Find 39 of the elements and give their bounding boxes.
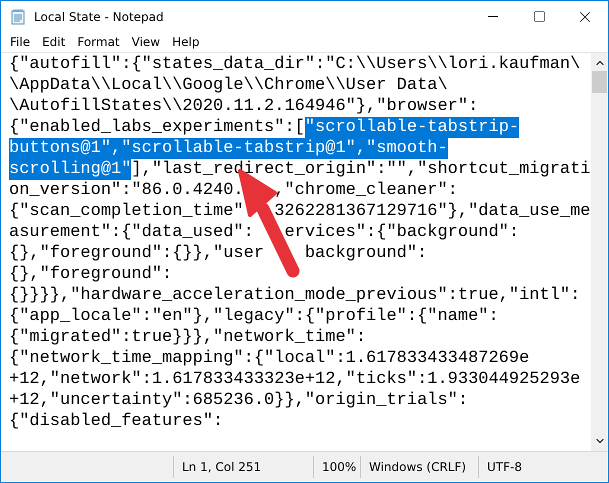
minimize-icon: [488, 16, 498, 17]
text-line: 3262281367129716"},"data_use_me: [274, 201, 590, 222]
text-line: {"enabled_labs_experiments":[: [9, 117, 305, 138]
text-line: \AutofillStates\\2020.11.2.164946"},"browser":: [9, 96, 478, 117]
text-line: {"migrated":true}}},"network_time":: [9, 327, 366, 348]
text-line: +12,"uncertainty":685236.0}},"origin_trials":: [9, 390, 468, 411]
status-text: Ln 1, Col 251: [173, 456, 313, 478]
text-line: {"network_time_mapping":{"local":1.617833433487269e: [9, 348, 530, 369]
notepad-icon: [10, 8, 26, 24]
selected-text: "scrollable-tabstrip-: [304, 117, 520, 138]
maximize-icon: [532, 10, 546, 23]
text-line: on_version":"86.0.4240.: [9, 180, 244, 201]
text-line: {},"foreground":{}},"user: [9, 243, 264, 264]
text-line: \AppData\\Local\\Google\\Chrome\\User Data\: [9, 75, 448, 96]
selected-text: scrolling@1": [9, 159, 132, 180]
menu-item[interactable]: View: [126, 35, 166, 49]
text-line: {"scan_completion_time": [9, 201, 244, 222]
text-line: {"disabled_features":: [9, 411, 224, 432]
menu-item[interactable]: Help: [166, 35, 206, 49]
text-line: asurement":{"data_used":: [9, 222, 254, 243]
text-line: {},"foreground":: [9, 264, 172, 285]
text-line: {"app_locale":"en"},"legacy":{"profile":{"name":: [9, 306, 499, 327]
menu-item[interactable]: Format: [71, 35, 126, 49]
text-line: ,"chrome_cleaner":: [274, 180, 458, 201]
text-line: ],"last_redirect_origin":"","shortcut_migrati: [131, 159, 590, 180]
scrollbar[interactable]: [591, 53, 608, 451]
text-line: +12,"network":1.617833433323e+12,"ticks":1.933044925293e: [9, 369, 580, 390]
status-text: UTF-8: [478, 456, 598, 478]
text-line: background":: [304, 243, 428, 264]
selected-text: buttons@1","scrollable-tabstrip@1","smooth-: [9, 138, 448, 159]
window-title: Local State - Notepad: [34, 10, 165, 24]
text-line: {}}}},"hardware_acceleration_mode_previous":true,"intl":: [9, 285, 580, 306]
status-text: Windows (CRLF): [360, 456, 478, 478]
menu-item[interactable]: Edit: [36, 35, 72, 49]
menu-item[interactable]: File: [4, 35, 36, 49]
text-line: {"autofill":{"states_data_dir":"C:\\Users\\lori.kaufman\: [9, 54, 580, 75]
scroll-thumb[interactable]: [592, 71, 607, 93]
status-text: 100%: [313, 456, 360, 478]
text-line: ervices":{"background":: [284, 222, 520, 243]
